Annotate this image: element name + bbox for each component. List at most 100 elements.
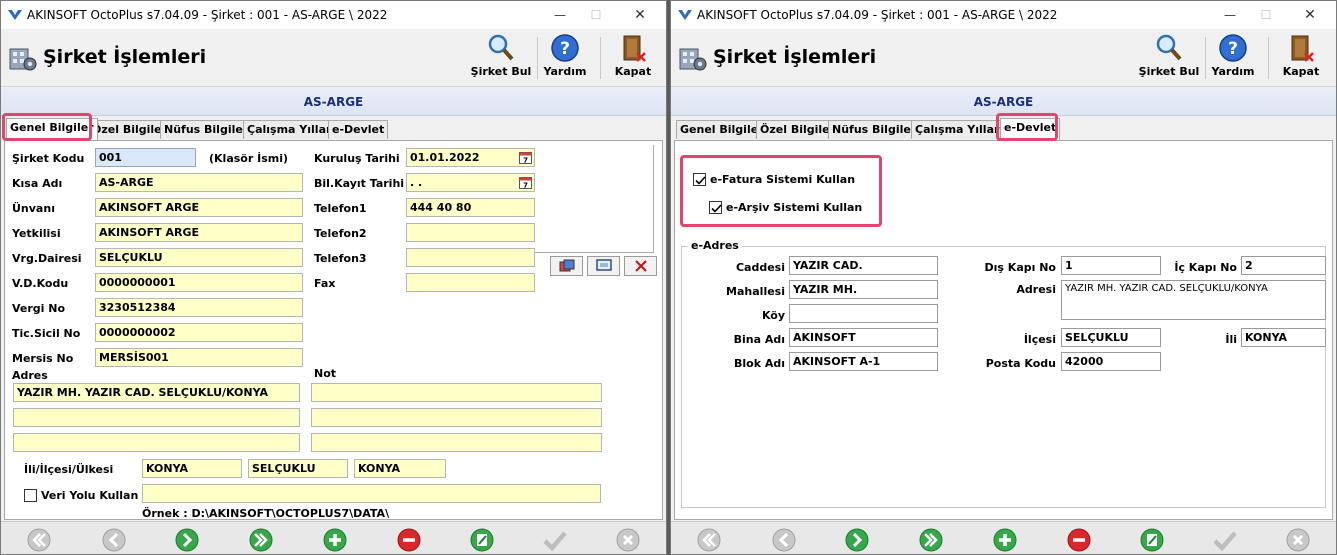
- calendar-icon[interactable]: 7: [519, 176, 532, 189]
- building-field[interactable]: AKINSOFT: [789, 328, 938, 347]
- edit-record-icon[interactable]: [469, 527, 495, 553]
- help-button[interactable]: ? Yardım: [533, 33, 597, 83]
- tax-office-code-field[interactable]: 0000000001: [95, 273, 303, 292]
- note-label: Not: [314, 367, 337, 380]
- close-window-button[interactable]: ✕: [1296, 5, 1324, 25]
- delete-logo-button[interactable]: [624, 256, 657, 276]
- edit-record-icon[interactable]: [1139, 527, 1165, 553]
- note-line-3[interactable]: [311, 433, 602, 452]
- header: Şirket İşlemleri Şirket Bul ? Yardım Kap…: [1, 29, 666, 87]
- company-code-field[interactable]: 001: [95, 148, 196, 167]
- city-field[interactable]: KONYA: [1241, 328, 1326, 347]
- tab-special[interactable]: Özel Bilgiler: [756, 120, 840, 139]
- data-path-checkbox[interactable]: [24, 489, 37, 502]
- next-record-icon[interactable]: [174, 527, 200, 553]
- add-record-icon[interactable]: [992, 527, 1018, 553]
- save-check-icon[interactable]: [1212, 527, 1238, 553]
- exit-button[interactable]: Kapat: [601, 33, 665, 83]
- district-field[interactable]: SELÇUKLU: [248, 459, 348, 478]
- exit-door-icon: [1291, 35, 1314, 62]
- magnifier-icon: [1156, 34, 1182, 61]
- neighborhood-label: Mahallesi: [726, 285, 785, 298]
- tax-office-field[interactable]: SELÇUKLU: [95, 248, 303, 267]
- mersis-label: Mersis No: [12, 352, 74, 365]
- tab-population[interactable]: Nüfus Bilgileri: [160, 120, 257, 139]
- title-bar[interactable]: AKINSOFT OctoPlus s7.04.09 - Şirket : 00…: [1, 1, 666, 29]
- fax-field[interactable]: [406, 273, 535, 292]
- cancel-icon[interactable]: [1285, 527, 1311, 553]
- earsiv-checkbox[interactable]: [709, 201, 722, 214]
- delete-record-icon[interactable]: [1066, 527, 1092, 553]
- window-title: AKINSOFT OctoPlus s7.04.09 - Şirket : 00…: [697, 8, 1058, 22]
- last-record-icon[interactable]: [248, 527, 274, 553]
- street-field[interactable]: YAZIR CAD.: [789, 256, 938, 275]
- inner-door-field[interactable]: 2: [1241, 256, 1326, 275]
- city-field[interactable]: KONYA: [142, 459, 242, 478]
- cancel-icon[interactable]: [615, 527, 641, 553]
- block-field[interactable]: AKINSOFT A-1: [789, 352, 938, 371]
- mersis-field[interactable]: MERSİS001: [95, 348, 303, 367]
- add-record-icon[interactable]: [322, 527, 348, 553]
- tab-strip: Genel Bilgiler Özel Bilgiler Nüfus Bilgi…: [4, 118, 666, 140]
- first-record-icon[interactable]: [696, 527, 722, 553]
- district-field[interactable]: SELÇUKLU: [1061, 328, 1161, 347]
- data-path-field[interactable]: [142, 484, 601, 503]
- founded-date-field[interactable]: 01.01.2022 7: [406, 148, 535, 167]
- previous-record-icon[interactable]: [101, 527, 127, 553]
- phone3-field[interactable]: [406, 248, 535, 267]
- address-line-1[interactable]: YAZIR MH. YAZIR CAD. SELÇUKLU/KONYA: [13, 383, 300, 402]
- phone1-field[interactable]: 444 40 80: [406, 198, 535, 217]
- company-find-button[interactable]: Şirket Bul: [1137, 33, 1201, 83]
- neighborhood-field[interactable]: YAZIR MH.: [789, 280, 938, 299]
- tab-edevlet[interactable]: e-Devlet: [328, 120, 389, 139]
- authority-field[interactable]: AKINSOFT ARGE: [95, 223, 303, 242]
- first-record-icon[interactable]: [26, 527, 52, 553]
- next-record-icon[interactable]: [844, 527, 870, 553]
- last-record-icon[interactable]: [918, 527, 944, 553]
- save-check-icon[interactable]: [542, 527, 568, 553]
- country-field[interactable]: KONYA: [354, 459, 446, 478]
- tab-special[interactable]: Özel Bilgiler: [88, 120, 172, 139]
- bil-date-field[interactable]: . . 7: [406, 173, 535, 192]
- district-label: İlçesi: [1023, 333, 1056, 346]
- short-name-field[interactable]: AS-ARGE: [95, 173, 303, 192]
- tax-no-field[interactable]: 3230512384: [95, 298, 303, 317]
- phone2-field[interactable]: [406, 223, 535, 242]
- efatura-checkbox[interactable]: [693, 173, 706, 186]
- window-title: AKINSOFT OctoPlus s7.04.09 - Şirket : 00…: [27, 8, 388, 22]
- address-line-2[interactable]: [13, 408, 300, 427]
- tab-general[interactable]: Genel Bilgiler: [676, 120, 768, 139]
- close-window-button[interactable]: ✕: [626, 5, 654, 25]
- load-logo-button[interactable]: [550, 256, 583, 276]
- note-line-1[interactable]: [311, 383, 602, 402]
- preview-logo-button[interactable]: [587, 256, 620, 276]
- help-button[interactable]: ? Yardım: [1201, 33, 1265, 83]
- address-field[interactable]: YAZIR MH. YAZIR CAD. SELÇUKLU/KONYA: [1061, 280, 1326, 320]
- postal-code-field[interactable]: 42000: [1061, 352, 1161, 371]
- note-line-2[interactable]: [311, 408, 602, 427]
- outer-door-field[interactable]: 1: [1061, 256, 1161, 275]
- address-line-3[interactable]: [13, 433, 300, 452]
- tab-work-years[interactable]: Çalışma Yılları: [911, 120, 1008, 139]
- tax-office-label: Vrg.Dairesi: [12, 252, 82, 265]
- tab-general[interactable]: Genel Bilgiler: [6, 118, 98, 140]
- previous-record-icon[interactable]: [771, 527, 797, 553]
- minimize-button[interactable]: —: [546, 5, 574, 25]
- maximize-button[interactable]: ☐: [1252, 5, 1280, 25]
- title-field[interactable]: AKINSOFT ARGE: [95, 198, 303, 217]
- title-bar[interactable]: AKINSOFT OctoPlus s7.04.09 - Şirket : 00…: [671, 1, 1336, 29]
- calendar-icon[interactable]: 7: [519, 151, 532, 164]
- tax-no-label: Vergi No: [12, 302, 66, 315]
- village-field[interactable]: [789, 304, 938, 323]
- exit-button[interactable]: Kapat: [1269, 33, 1333, 83]
- maximize-button[interactable]: ☐: [582, 5, 610, 25]
- tab-edevlet[interactable]: e-Devlet: [1000, 118, 1061, 140]
- trade-reg-field[interactable]: 0000000002: [95, 323, 303, 342]
- tab-population[interactable]: Nüfus Bilgileri: [828, 120, 925, 139]
- minimize-button[interactable]: —: [1216, 5, 1244, 25]
- tab-strip: Genel Bilgiler Özel Bilgiler Nüfus Bilgi…: [674, 118, 1336, 140]
- delete-record-icon[interactable]: [396, 527, 422, 553]
- tab-work-years[interactable]: Çalışma Yılları: [243, 120, 340, 139]
- phone1-label: Telefon1: [314, 202, 367, 215]
- company-find-button[interactable]: Şirket Bul: [469, 33, 533, 83]
